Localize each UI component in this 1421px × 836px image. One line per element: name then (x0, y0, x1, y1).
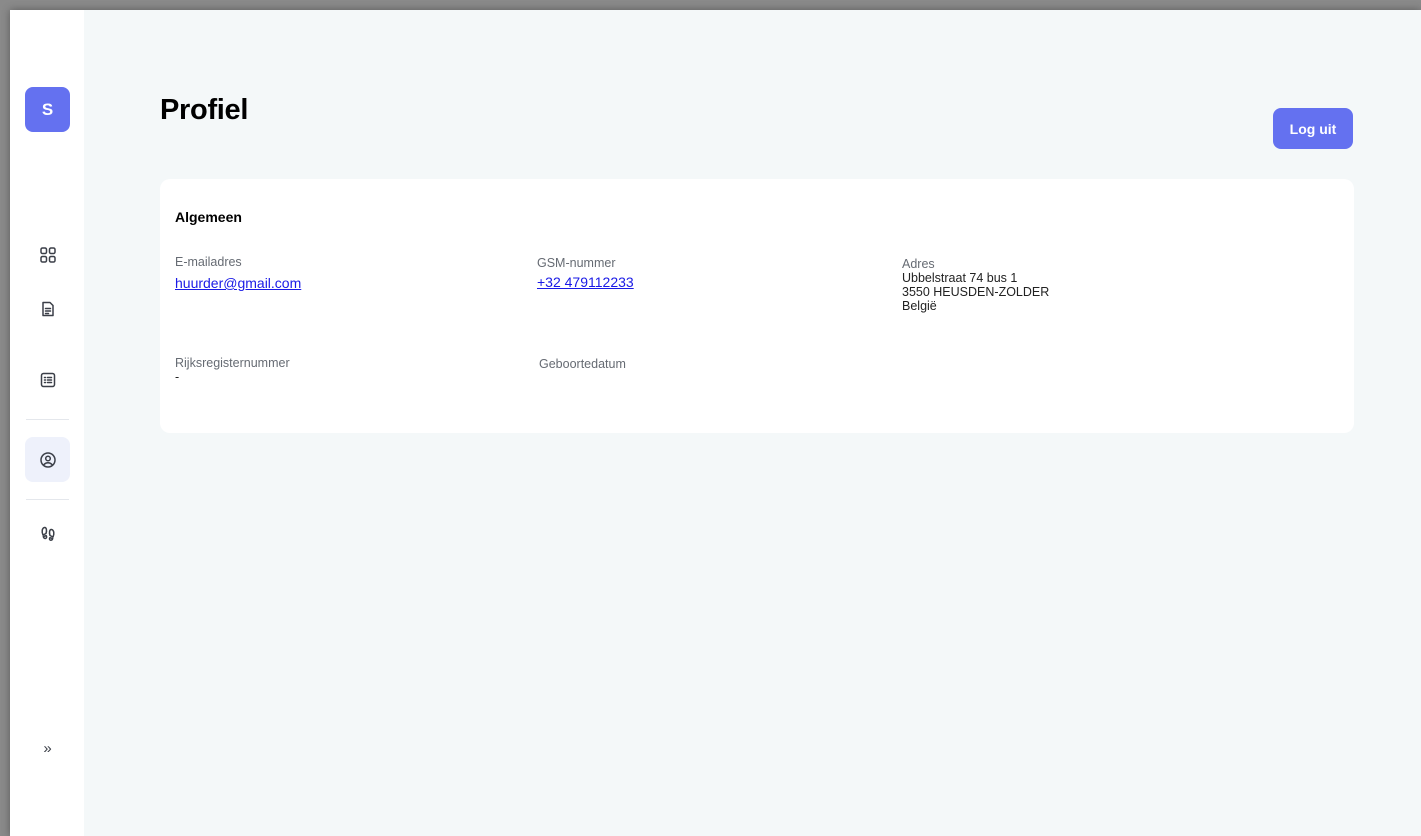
phone-link[interactable]: +32 479112233 (537, 274, 634, 290)
sidebar-divider (26, 499, 69, 500)
app-logo[interactable]: S (25, 87, 70, 132)
national-id-field: Rijksregisternummer - (175, 356, 290, 384)
sidebar-item-list[interactable] (25, 357, 70, 402)
logout-button[interactable]: Log uit (1273, 108, 1353, 149)
phone-field: GSM-nummer +32 479112233 (537, 256, 634, 292)
document-icon (41, 301, 54, 316)
sidebar-item-dashboard[interactable] (25, 232, 70, 277)
grid-icon (39, 246, 56, 263)
sidebar-item-footprints[interactable] (25, 510, 70, 555)
sidebar: S » (10, 10, 84, 836)
app-logo-letter: S (41, 99, 54, 119)
address-street: Ubbelstraat 74 bus 1 (902, 271, 1018, 285)
email-field: E-mailadres huurder@gmail.com (175, 255, 301, 293)
national-id-value: - (175, 370, 180, 384)
sidebar-item-documents[interactable] (25, 286, 70, 331)
page-title: Profiel (160, 94, 249, 126)
section-title: Algemeen (175, 209, 242, 225)
birthdate-label: Geboortedatum (539, 357, 626, 371)
list-icon (40, 372, 55, 387)
sidebar-item-profile[interactable] (25, 437, 70, 482)
double-chevron-right-icon: » (43, 740, 52, 757)
address-country: België (902, 299, 937, 313)
birthdate-field: Geboortedatum (539, 357, 626, 371)
national-id-label: Rijksregisternummer (175, 356, 290, 370)
user-circle-icon (39, 451, 56, 468)
email-link[interactable]: huurder@gmail.com (175, 275, 301, 291)
email-label: E-mailadres (175, 255, 242, 269)
phone-label: GSM-nummer (537, 256, 616, 270)
address-city: 3550 HEUSDEN-ZOLDER (902, 285, 1050, 299)
sidebar-divider (26, 419, 69, 420)
app-window: S » Profiel Log uit Algemeen E-mailadres… (10, 10, 1421, 836)
profile-card: Algemeen E-mailadres huurder@gmail.com G… (160, 179, 1354, 433)
footprints-icon (40, 526, 55, 541)
address-label: Adres (902, 257, 935, 271)
address-field: Adres Ubbelstraat 74 bus 1 3550 HEUSDEN-… (902, 257, 1049, 313)
sidebar-expand-button[interactable]: » (25, 726, 70, 771)
